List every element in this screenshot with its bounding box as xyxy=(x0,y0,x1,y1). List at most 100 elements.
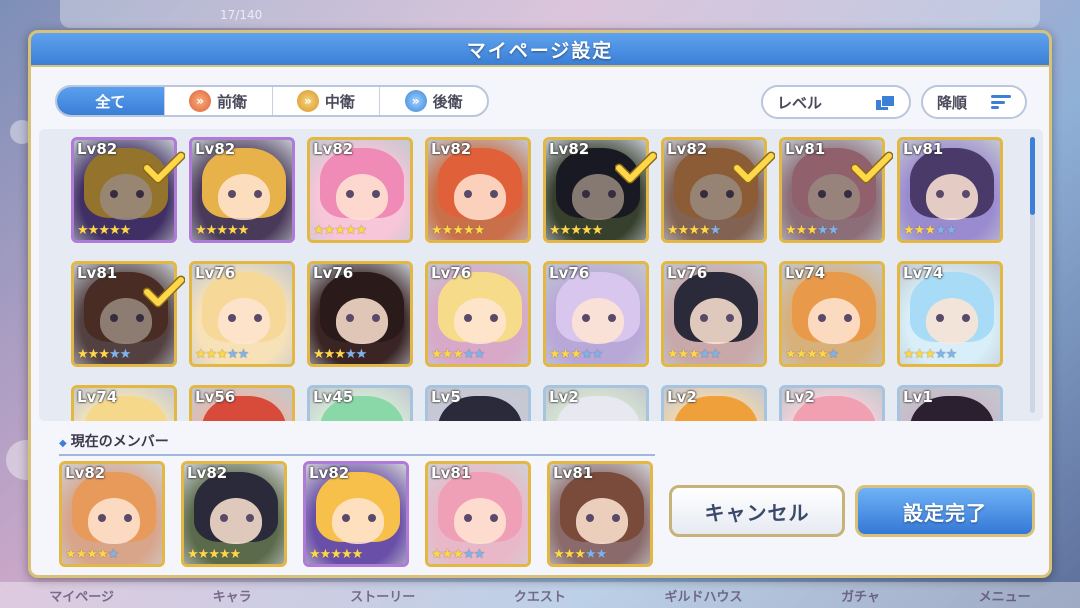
star-rating: ★★★★★ xyxy=(549,223,603,238)
front-position-icon: » xyxy=(189,90,212,112)
tab-label: 前衛 xyxy=(217,92,248,111)
character-level: Lv1 xyxy=(903,388,933,406)
sort-level-button[interactable]: レベル xyxy=(761,85,911,119)
member-card[interactable]: Lv82 ★★★★★ xyxy=(59,461,165,567)
character-card[interactable]: Lv76 ★★★★★ xyxy=(425,261,531,367)
character-level: Lv5 xyxy=(431,388,461,406)
star-rating: ★★★★★ xyxy=(431,547,485,562)
grid-scrollbar-thumb[interactable] xyxy=(1030,137,1035,215)
sort-descending-icon xyxy=(991,95,1011,109)
member-card[interactable]: Lv81 ★★★★★ xyxy=(547,461,653,567)
members-title-text: 現在のメンバー xyxy=(70,434,169,450)
star-rating: ★★★★★ xyxy=(309,547,363,562)
star-rating: ★★★★★ xyxy=(77,223,131,238)
position-filter-tabs: 全て » 前衛 » 中衛 » 後衛 xyxy=(55,85,489,117)
character-level: Lv81 xyxy=(77,264,118,282)
background-stamina-text: 17/140 xyxy=(220,8,263,22)
character-level: Lv74 xyxy=(785,264,826,282)
character-card[interactable]: Lv76 ★★★★★ xyxy=(661,261,767,367)
background-status-bar: 17/140 xyxy=(60,0,1040,28)
character-card[interactable]: Lv76 ★★★★★ xyxy=(189,261,295,367)
character-grid[interactable]: Lv82 ★★★★★ Lv82 ★★★★★ Lv82 ★★★★★ Lv82 ★★★★★ Lv82… xyxy=(39,129,1043,421)
character-level: Lv82 xyxy=(195,140,236,158)
star-rating: ★★★★★ xyxy=(313,223,367,238)
grid-scrollbar[interactable] xyxy=(1030,137,1035,413)
confirm-settings-button[interactable]: 設定完了 xyxy=(855,485,1035,537)
character-card[interactable]: Lv2★★★★★ xyxy=(661,385,767,421)
background-nav-item: マイページ xyxy=(49,589,115,605)
sort-level-label: レベル xyxy=(777,93,823,112)
middle-position-icon: » xyxy=(296,90,319,112)
character-card[interactable]: Lv74 ★★★★★ xyxy=(897,261,1003,367)
star-rating: ★★★★★ xyxy=(77,347,131,362)
character-card[interactable]: Lv74 ★★★★★ xyxy=(779,261,885,367)
sort-type-icon xyxy=(875,95,895,111)
character-level: Lv81 xyxy=(431,464,472,482)
sort-order-button[interactable]: 降順 xyxy=(921,85,1027,119)
character-card[interactable]: Lv56★★★★★ xyxy=(189,385,295,421)
back-position-icon: » xyxy=(404,90,427,112)
star-rating: ★★★★★ xyxy=(903,347,957,362)
character-level: Lv2 xyxy=(785,388,815,406)
tab-label: 後衛 xyxy=(432,92,463,111)
dialog-title: マイページ設定 xyxy=(31,33,1049,67)
character-card[interactable]: Lv74★★★★★ xyxy=(71,385,177,421)
character-level: Lv76 xyxy=(667,264,708,282)
star-rating: ★★★★★ xyxy=(785,347,839,362)
background-bottom-nav: マイページ キャラ ストーリー クエスト ギルドハウス ガチャ メニュー xyxy=(0,582,1080,608)
character-level: Lv76 xyxy=(431,264,472,282)
character-card[interactable]: Lv1★★★★★ xyxy=(897,385,1003,421)
background-nav-item: ギルドハウス xyxy=(664,589,743,605)
character-level: Lv82 xyxy=(309,464,350,482)
character-level: Lv82 xyxy=(549,140,590,158)
character-card[interactable]: Lv2★★★★★ xyxy=(543,385,649,421)
star-rating: ★★★★★ xyxy=(195,347,249,362)
tab-all[interactable]: 全て xyxy=(57,87,165,115)
character-level: Lv82 xyxy=(667,140,708,158)
character-level: Lv76 xyxy=(313,264,354,282)
background-nav-item: クエスト xyxy=(513,589,566,605)
character-level: Lv81 xyxy=(553,464,594,482)
character-level: Lv45 xyxy=(313,388,354,406)
selected-checkmark-icon xyxy=(143,275,185,308)
tab-middle[interactable]: » 中衛 xyxy=(273,87,381,115)
character-level: Lv76 xyxy=(195,264,236,282)
members-section-title: ◆ 現在のメンバー xyxy=(59,431,655,456)
member-card[interactable]: Lv82 ★★★★★ xyxy=(303,461,409,567)
member-card[interactable]: Lv82 ★★★★★ xyxy=(181,461,287,567)
selected-checkmark-icon xyxy=(143,151,185,184)
character-level: Lv2 xyxy=(549,388,579,406)
character-card[interactable]: Lv81 ★★★★★ xyxy=(897,137,1003,243)
mypage-settings-dialog: マイページ設定 全て» 前衛» 中衛» 後衛 レベル 降順 Lv82 ★★★★★ Lv82… xyxy=(28,30,1052,578)
character-level: Lv2 xyxy=(667,388,697,406)
background-nav-item: キャラ xyxy=(212,589,252,605)
star-rating: ★★★★★ xyxy=(431,223,485,238)
character-level: Lv82 xyxy=(77,140,118,158)
background-nav-item: ガチャ xyxy=(841,589,881,605)
star-rating: ★★★★★ xyxy=(195,223,249,238)
member-card[interactable]: Lv81 ★★★★★ xyxy=(425,461,531,567)
character-card[interactable]: Lv45★★★★★ xyxy=(307,385,413,421)
character-card[interactable]: Lv5★★★★★ xyxy=(425,385,531,421)
star-rating: ★★★★★ xyxy=(553,547,607,562)
character-card[interactable]: Lv2★★★★★ xyxy=(779,385,885,421)
cancel-button[interactable]: キャンセル xyxy=(669,485,845,537)
character-level: Lv82 xyxy=(65,464,106,482)
star-rating: ★★★★★ xyxy=(667,223,721,238)
character-card[interactable]: Lv82 ★★★★★ xyxy=(307,137,413,243)
character-card[interactable]: Lv82 ★★★★★ xyxy=(189,137,295,243)
diamond-bullet-icon: ◆ xyxy=(59,438,67,449)
star-rating: ★★★★★ xyxy=(431,347,485,362)
tab-label: 全て xyxy=(95,92,126,111)
character-card[interactable]: Lv76 ★★★★★ xyxy=(307,261,413,367)
star-rating: ★★★★★ xyxy=(65,547,119,562)
star-rating: ★★★★★ xyxy=(903,223,957,238)
tab-back[interactable]: » 後衛 xyxy=(380,87,487,115)
character-card[interactable]: Lv82 ★★★★★ xyxy=(425,137,531,243)
selected-checkmark-icon xyxy=(733,151,775,184)
tab-front[interactable]: » 前衛 xyxy=(165,87,273,115)
character-level: Lv74 xyxy=(903,264,944,282)
character-level: Lv81 xyxy=(903,140,944,158)
star-rating: ★★★★★ xyxy=(187,547,241,562)
character-card[interactable]: Lv76 ★★★★★ xyxy=(543,261,649,367)
